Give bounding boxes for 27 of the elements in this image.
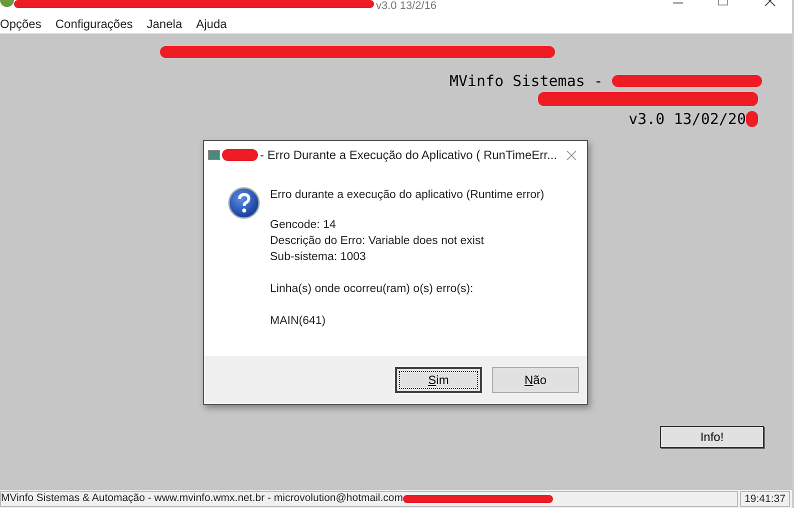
error-detail: Descrição do Erro: Variable does not exist (270, 234, 485, 249)
dialog-title: - Erro Durante a Execução do Aplicativo ( RunTimeErr... (260, 147, 558, 164)
error-heading: Erro durante a execução do aplicativo (Runtime error) (270, 188, 544, 203)
menu-item[interactable]: Janela (146, 14, 182, 32)
error-detail: Gencode: 14 (270, 218, 337, 233)
maximize-icon[interactable] (718, 0, 728, 6)
lines-label: Linha(s) onde ocorreu(ram) o(s) erro(s): (270, 282, 474, 297)
status-text: MVinfo Sistemas & Automação - www.mvinfo.wmx.net.br - microvolution@hotmail.com (1, 492, 404, 506)
menu-item[interactable]: Configurações (55, 14, 133, 32)
dialog-button[interactable]: Não (492, 367, 579, 393)
header-title: MVinfo Sistemas - (449, 72, 604, 90)
app-icon (0, 0, 14, 8)
error-detail: Sub-sistema: 1003 (270, 250, 367, 265)
status-clock: 19:41:37 (740, 491, 790, 507)
minimize-icon[interactable] (672, 0, 684, 6)
window-title: v3.0 13/2/16 (376, 0, 437, 13)
info-button[interactable]: Info! (660, 426, 764, 448)
window-icon (208, 150, 220, 160)
menu-item[interactable]: Ajuda (196, 14, 227, 32)
dialog-button[interactable]: Sim (395, 367, 482, 393)
menu-item[interactable]: Opções (0, 14, 42, 32)
redaction-mark (746, 111, 758, 127)
error-location: MAIN(641) (270, 314, 327, 329)
question-icon (228, 187, 260, 219)
close-icon[interactable] (764, 0, 776, 7)
version-label: v3.0 13/02/20 (628, 110, 746, 128)
redaction-mark (222, 149, 258, 161)
